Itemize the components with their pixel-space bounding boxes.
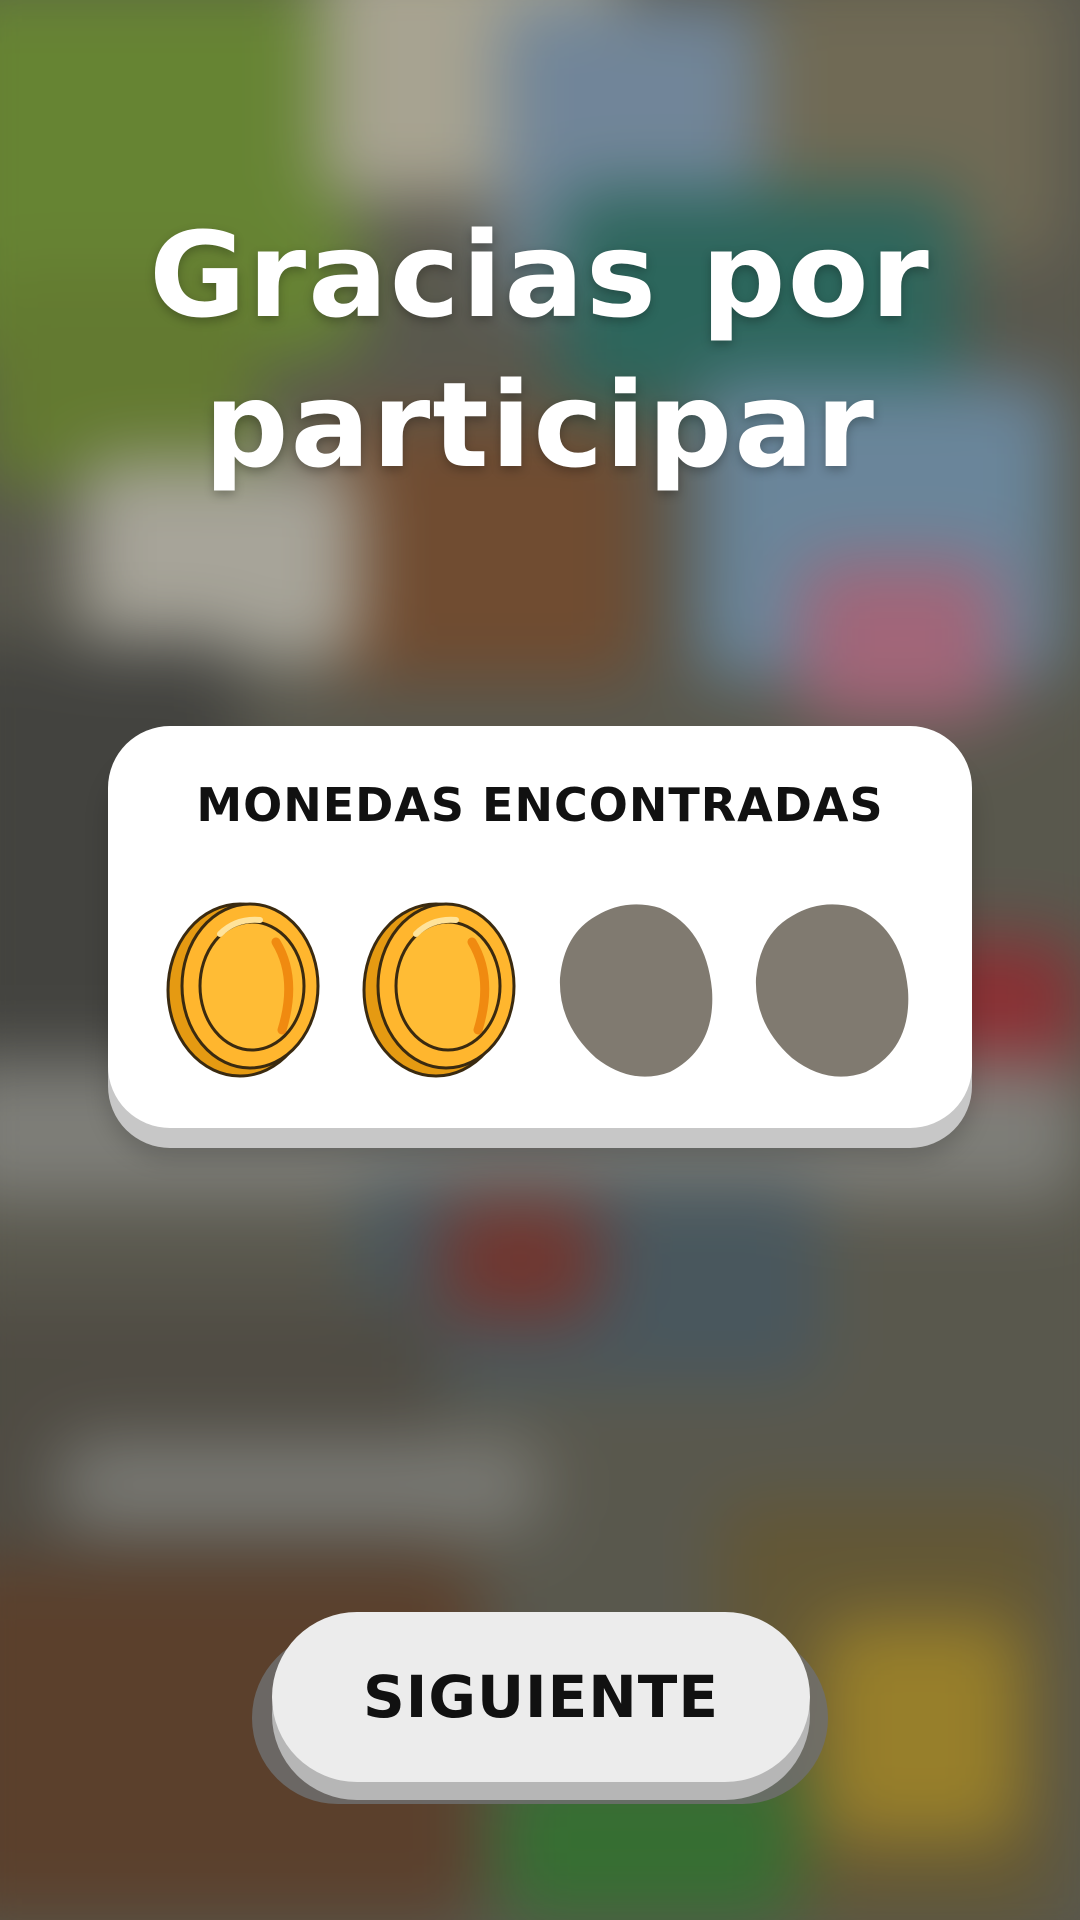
coins-found-heading: MONEDAS ENCONTRADAS [196, 778, 884, 832]
title-line-1: Gracias por [149, 206, 931, 344]
gold-coin-icon [362, 902, 516, 1078]
coin-silhouette-icon [559, 904, 713, 1077]
coins-found-panel: MONEDAS ENCONTRADAS [108, 726, 972, 1128]
coin-slot-2 [360, 898, 520, 1078]
coin-slot-1 [164, 898, 324, 1078]
page-title: Gracias por participar [0, 200, 1080, 500]
gold-coin-icon [166, 902, 320, 1078]
title-line-2: participar [204, 356, 876, 494]
next-button[interactable]: SIGUIENTE [272, 1612, 810, 1782]
game-screen: Gracias por participar MONEDAS ENCONTRAD… [0, 0, 1080, 1920]
coin-slots [164, 898, 916, 1078]
coin-silhouette-icon [755, 904, 909, 1077]
coin-slot-3 [556, 898, 716, 1078]
coin-slot-4 [752, 898, 912, 1078]
